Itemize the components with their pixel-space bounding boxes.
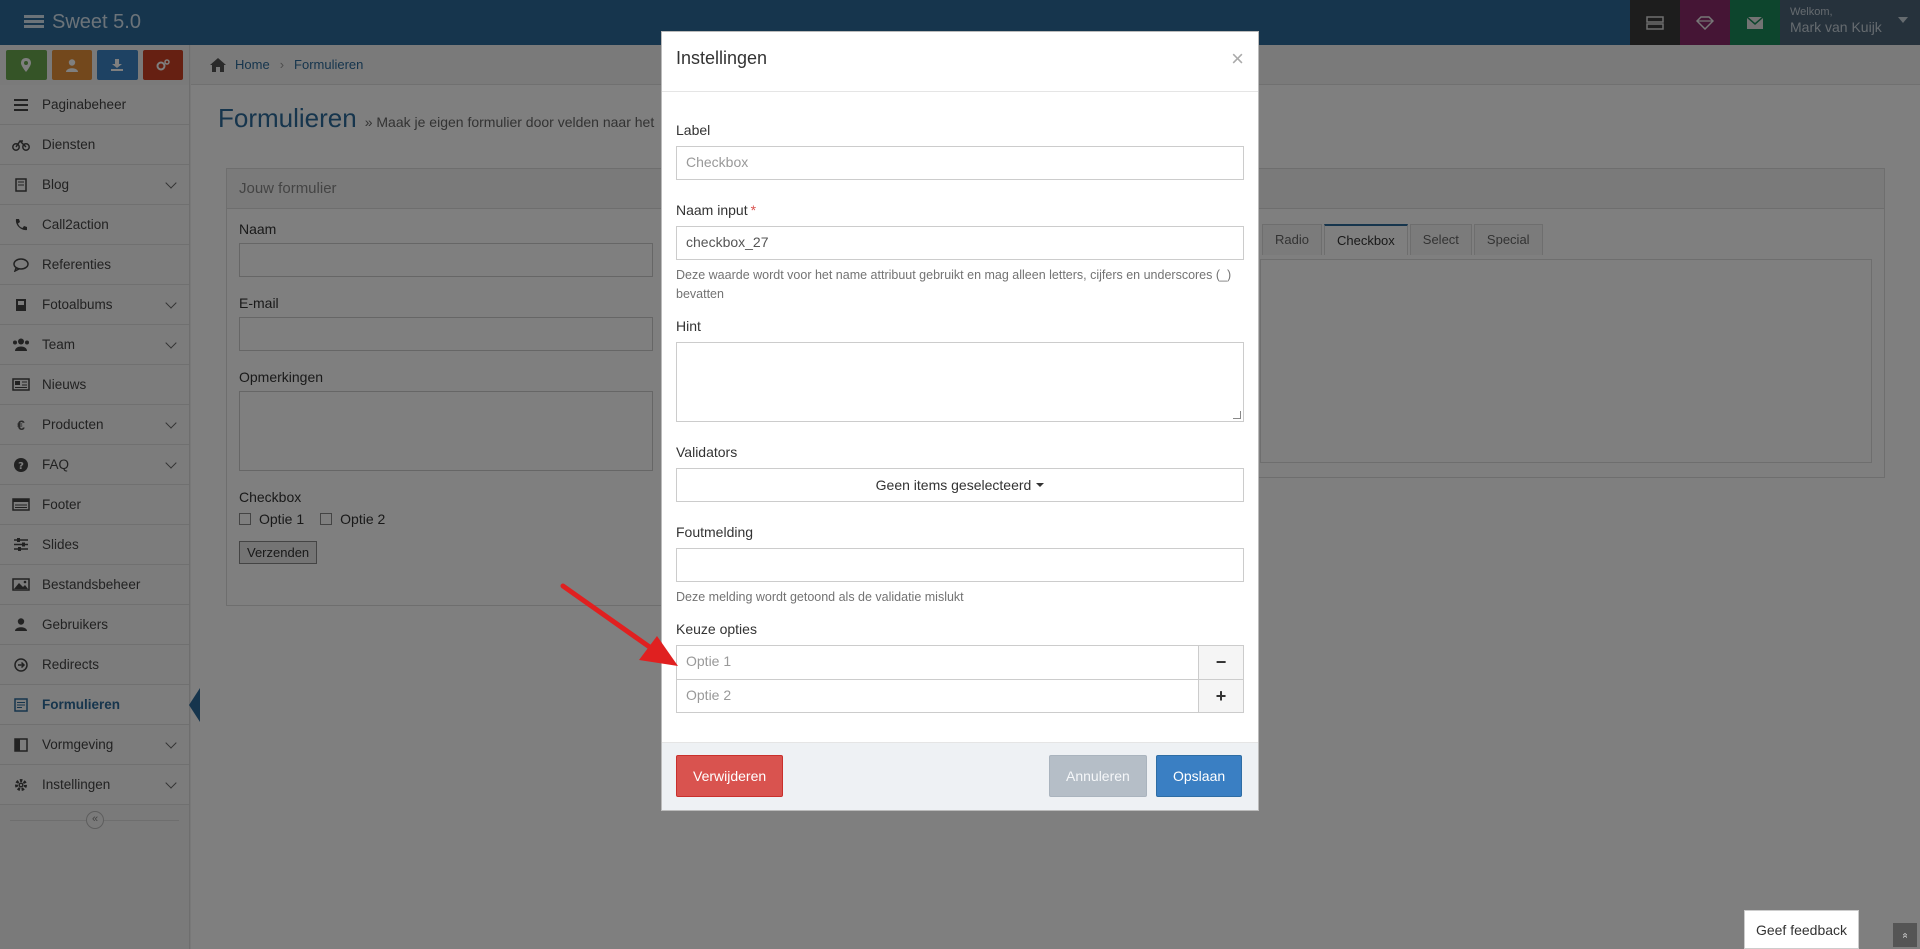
modal-footer: Verwijderen Annuleren Opslaan <box>662 742 1258 810</box>
name-input[interactable]: checkbox_27 <box>676 226 1244 260</box>
modal-header: Instellingen × <box>662 32 1258 92</box>
plus-icon: + <box>1215 685 1227 706</box>
error-message-label: Foutmelding <box>676 524 754 540</box>
resize-handle-icon[interactable] <box>1233 411 1241 419</box>
error-message-input[interactable] <box>676 548 1244 582</box>
scroll-top-button[interactable]: » <box>1893 923 1917 947</box>
settings-modal: Instellingen × Label Checkbox Naam input… <box>661 31 1259 811</box>
name-input-label-text: Naam input <box>676 202 748 218</box>
options-label: Keuze opties <box>676 621 757 637</box>
cancel-button[interactable]: Annuleren <box>1049 755 1147 797</box>
option-input-2[interactable]: Optie 2 <box>677 680 1198 712</box>
remove-option-button[interactable]: − <box>1198 646 1243 679</box>
options-list: Optie 1 − Optie 2 + <box>676 645 1244 713</box>
label-field-label: Label <box>676 122 711 138</box>
feedback-button[interactable]: Geef feedback <box>1744 910 1859 949</box>
hint-label: Hint <box>676 318 701 334</box>
name-input-help: Deze waarde wordt voor het name attribuu… <box>676 268 1232 301</box>
delete-button[interactable]: Verwijderen <box>676 755 784 797</box>
hint-textarea[interactable] <box>676 342 1244 422</box>
modal-title: Instellingen <box>676 48 768 68</box>
validators-selected-text: Geen items geselecteerd <box>875 477 1032 493</box>
minus-icon: − <box>1215 652 1227 672</box>
error-message-help: Deze melding wordt getoond als de valida… <box>676 590 964 604</box>
option-row: Optie 1 − <box>677 646 1243 679</box>
modal-body: Label Checkbox Naam input * checkbox_27 D… <box>662 92 1258 713</box>
validators-dropdown[interactable]: Geen items geselecteerd <box>676 468 1244 502</box>
validators-label: Validators <box>676 444 738 460</box>
required-mark: * <box>750 202 757 218</box>
caret-down-icon <box>1036 483 1045 487</box>
add-option-button[interactable]: + <box>1198 680 1243 712</box>
option-input-1[interactable]: Optie 1 <box>677 646 1198 679</box>
close-icon[interactable]: × <box>1231 48 1244 70</box>
label-input[interactable]: Checkbox <box>676 146 1244 180</box>
double-chevron-up-icon: » <box>1899 932 1911 938</box>
name-input-label: Naam input * <box>676 200 1244 220</box>
option-row: Optie 2 + <box>677 679 1243 712</box>
save-button[interactable]: Opslaan <box>1156 755 1243 797</box>
annotation-arrow-icon <box>560 583 678 666</box>
